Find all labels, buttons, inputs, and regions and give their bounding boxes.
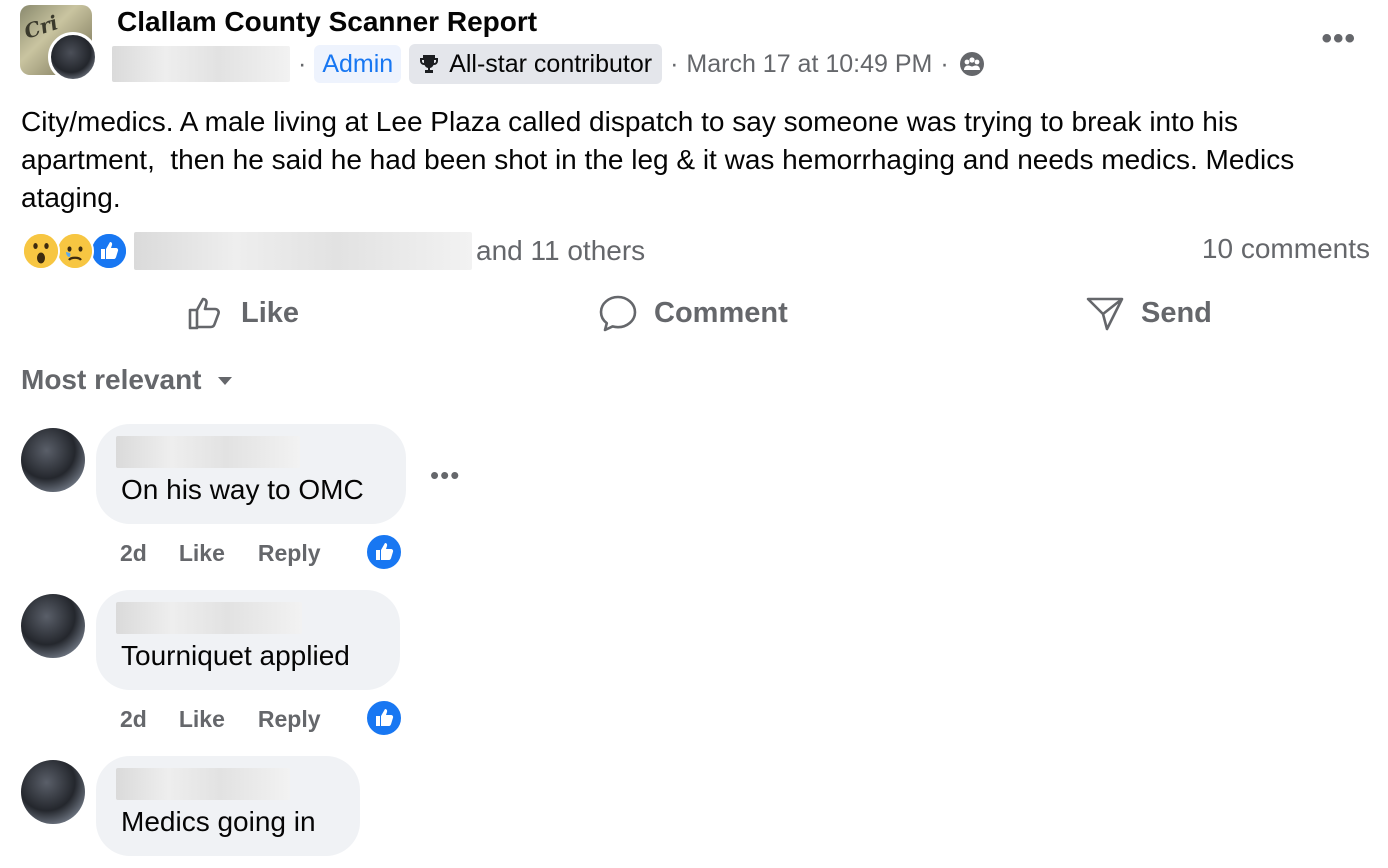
wow-reaction-icon [22, 232, 60, 270]
blurred-reactor-names [134, 232, 472, 270]
comment-reply-link[interactable]: Reply [258, 540, 321, 567]
all-star-contributor-badge[interactable]: All-star contributor [409, 44, 663, 84]
post-meta: · Admin All-star contributor · March 17 … [112, 43, 985, 85]
trophy-icon [420, 55, 439, 73]
comment-options-icon[interactable]: ••• [430, 460, 460, 491]
comment-button-label: Comment [654, 296, 788, 329]
commenter-avatar[interactable] [21, 760, 85, 824]
separator: · [670, 49, 679, 78]
comment-like-reaction-icon[interactable] [365, 533, 403, 571]
comment-bubble-icon [599, 295, 637, 332]
commenter-avatar[interactable] [21, 594, 85, 658]
facebook-post: Cri Clallam County Scanner Report · Admi… [0, 0, 1388, 868]
comment-time[interactable]: 2d [120, 540, 147, 567]
comment-actions: 2d Like Reply [120, 540, 321, 567]
post-body: City/medics. A male living at Lee Plaza … [21, 106, 1303, 213]
send-button-label: Send [1141, 296, 1212, 329]
comment-bubble[interactable]: On his way to OMC [96, 424, 406, 524]
post-options-icon[interactable]: ••• [1321, 22, 1356, 56]
comment-bubble[interactable]: Tourniquet applied [96, 590, 400, 690]
like-button-label: Like [241, 296, 300, 329]
comment-bubble[interactable]: Medics going in [96, 756, 360, 856]
all-star-contributor-label: All-star contributor [449, 49, 653, 78]
like-button[interactable]: Like [185, 290, 299, 336]
like-reaction-icon [90, 232, 128, 270]
comment-like-link[interactable]: Like [179, 706, 225, 733]
comment-text: On his way to OMC [121, 474, 364, 505]
comment-button[interactable]: Comment [598, 290, 788, 336]
comment-count[interactable]: 10 comments [1202, 233, 1370, 265]
separator: · [298, 49, 307, 78]
comment-sort-dropdown[interactable]: Most relevant [21, 364, 234, 396]
comment-like-link[interactable]: Like [179, 540, 225, 567]
group-name[interactable]: Clallam County Scanner Report [117, 6, 537, 38]
blurred-commenter-name[interactable] [116, 602, 302, 634]
send-button[interactable]: Send [1085, 290, 1212, 336]
comment-text: Tourniquet applied [121, 640, 350, 671]
admin-badge[interactable]: Admin [314, 45, 402, 83]
caret-down-icon [217, 377, 232, 385]
send-arrow-icon [1086, 297, 1124, 331]
commenter-avatar[interactable] [21, 428, 85, 492]
blurred-author-name[interactable] [112, 46, 290, 82]
audience-group-icon[interactable] [959, 51, 985, 77]
poster-avatar[interactable] [48, 32, 98, 82]
sad-reaction-icon [56, 232, 94, 270]
comment-actions: 2d Like Reply [120, 706, 321, 733]
comment-like-reaction-icon[interactable] [365, 699, 403, 737]
blurred-commenter-name[interactable] [116, 436, 300, 468]
reactions-summary[interactable]: and 11 others [22, 231, 645, 271]
comment-time[interactable]: 2d [120, 706, 147, 733]
sort-label: Most relevant [21, 364, 202, 395]
reaction-others-count: and 11 others [476, 235, 646, 266]
separator: · [940, 49, 949, 78]
thumbs-up-icon [188, 297, 220, 330]
comment-reply-link[interactable]: Reply [258, 706, 321, 733]
post-timestamp[interactable]: March 17 at 10:49 PM [686, 50, 932, 79]
blurred-commenter-name[interactable] [116, 768, 290, 800]
comment-text: Medics going in [121, 806, 316, 837]
